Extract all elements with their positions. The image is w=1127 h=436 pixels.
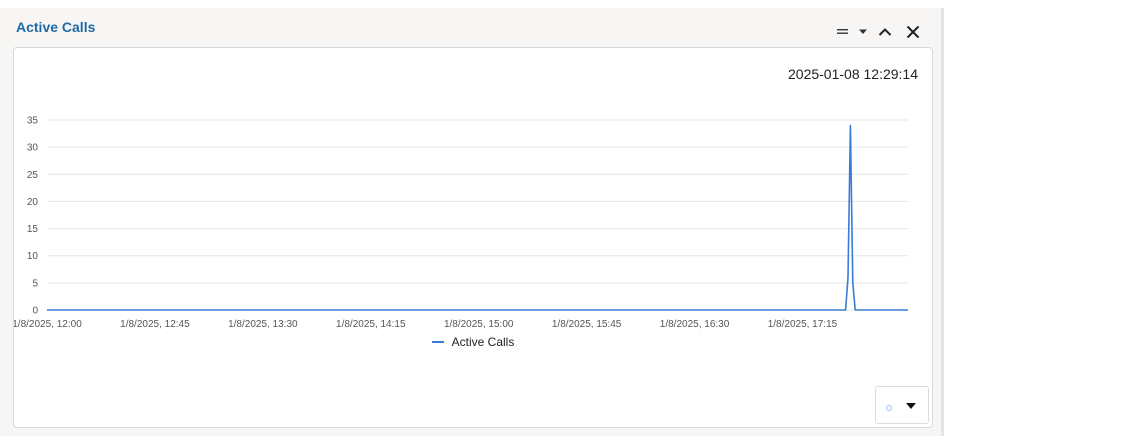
series-line — [47, 124, 908, 311]
x-tick-label: 1/8/2025, 13:30 — [228, 319, 298, 330]
hamburger-dropdown-icon — [837, 26, 869, 38]
chart-settings-button[interactable] — [875, 386, 929, 424]
y-tick-label: 25 — [27, 170, 39, 181]
y-tick-label: 0 — [32, 306, 38, 317]
widget-title: Active Calls — [16, 19, 96, 35]
legend-label: Active Calls — [451, 335, 515, 349]
y-tick-label: 30 — [27, 143, 39, 154]
collapse-button[interactable] — [871, 20, 899, 44]
y-tick-label: 10 — [27, 251, 39, 262]
legend-swatch — [431, 341, 444, 343]
widget-menu-button[interactable] — [835, 20, 871, 44]
widget-header-controls — [835, 20, 927, 44]
y-tick-label: 20 — [27, 197, 39, 208]
gear-icon — [886, 405, 892, 411]
chart-panel: 2025-01-08 12:29:14 0 5 10 15 20 25 30 35 1/8/20… — [13, 47, 933, 428]
active-calls-widget: Active Calls 2025-01-08 12:29:14 0 5 10 … — [0, 8, 944, 436]
active-calls-chart: 0 5 10 15 20 25 30 35 1/8/2025, 12:00 1/8/2025, 1… — [14, 116, 908, 330]
x-tick-label: 1/8/2025, 12:00 — [14, 319, 82, 330]
x-tick-label: 1/8/2025, 17:15 — [768, 319, 838, 330]
caret-down-icon — [906, 396, 916, 414]
y-tick-label: 5 — [32, 278, 38, 289]
close-icon — [906, 25, 920, 39]
x-tick-label: 1/8/2025, 15:45 — [552, 319, 622, 330]
x-tick-label: 1/8/2025, 16:30 — [660, 319, 730, 330]
x-tick-label: 1/8/2025, 15:00 — [444, 319, 514, 330]
x-tick-label: 1/8/2025, 14:15 — [336, 319, 406, 330]
y-tick-label: 15 — [27, 224, 39, 235]
chevron-up-icon — [878, 27, 892, 37]
y-tick-label: 35 — [27, 116, 39, 127]
x-tick-label: 1/8/2025, 12:45 — [120, 319, 190, 330]
close-button[interactable] — [899, 20, 927, 44]
chart-legend[interactable]: Active Calls — [14, 335, 932, 349]
